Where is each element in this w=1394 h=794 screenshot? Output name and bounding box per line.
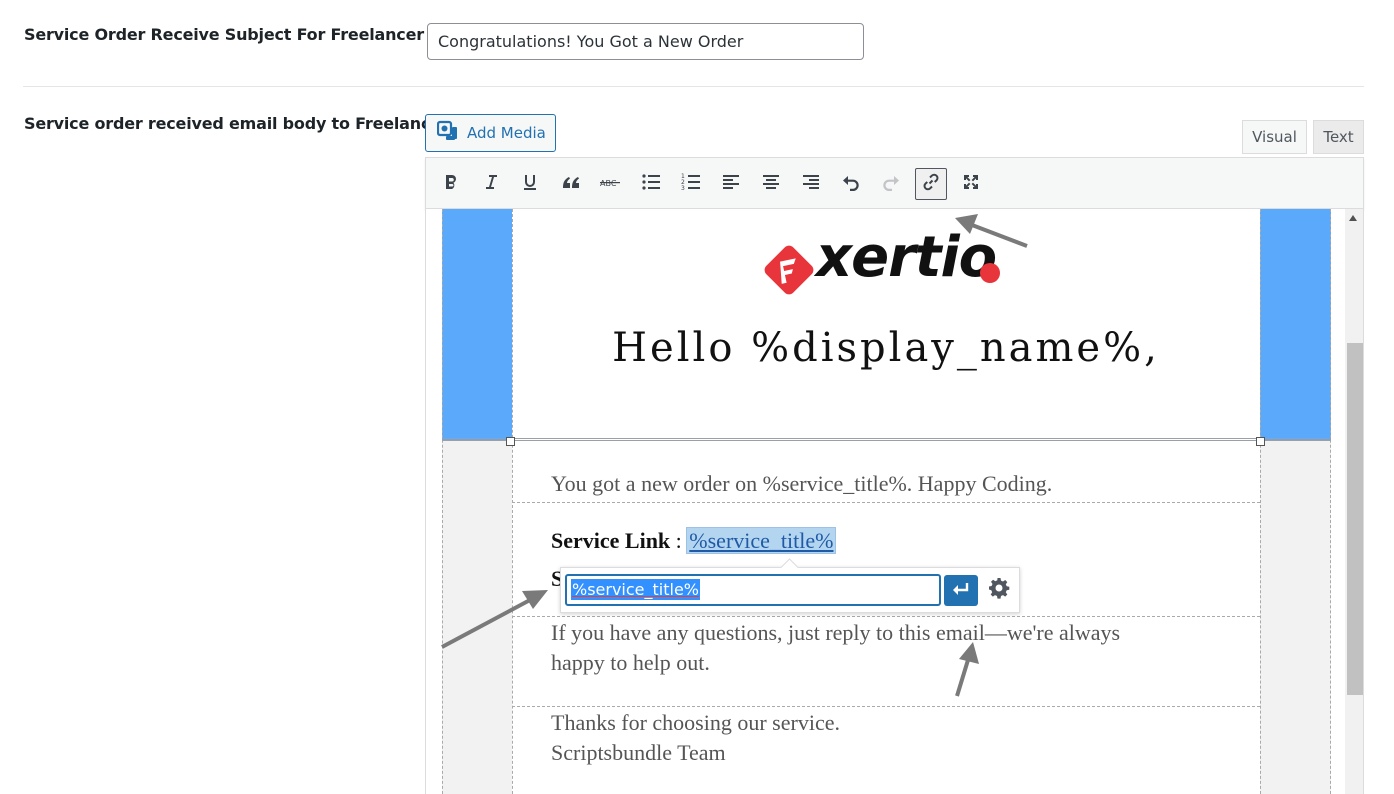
- service-link-line: Service Link : %service_title%: [551, 527, 837, 554]
- table-border: [1330, 209, 1331, 794]
- table-border: [442, 438, 1331, 441]
- email-blue-side-right: [1260, 209, 1331, 440]
- undo-icon: [841, 172, 861, 196]
- bullet-list-button[interactable]: [635, 168, 667, 200]
- align-center-button[interactable]: [755, 168, 787, 200]
- insert-link-button[interactable]: [915, 168, 947, 200]
- fullscreen-button[interactable]: [955, 168, 987, 200]
- table-border: [512, 616, 1260, 617]
- table-border: [512, 502, 1260, 503]
- blockquote-button[interactable]: [555, 168, 587, 200]
- numbered-list-button[interactable]: 123: [675, 168, 707, 200]
- add-media-label: Add Media: [467, 124, 546, 142]
- subject-input[interactable]: [427, 23, 864, 60]
- gear-icon: [988, 577, 1010, 603]
- tab-text[interactable]: Text: [1313, 120, 1364, 154]
- team-line: Scriptsbundle Team: [551, 740, 726, 765]
- strikethrough-icon: ABC: [600, 172, 620, 196]
- redo-button[interactable]: [875, 168, 907, 200]
- email-intro: You got a new order on %service_title%. …: [551, 471, 1053, 496]
- questions-line-1: If you have any questions, just reply to…: [551, 620, 1121, 645]
- link-popup: %service_title%: [560, 558, 1020, 613]
- email-greeting: Hello %display_name%,: [612, 325, 1160, 371]
- email-blue-side-left: [442, 209, 512, 440]
- row-divider: [23, 86, 1364, 87]
- strikethrough-button[interactable]: ABC: [594, 168, 626, 200]
- service-link-label: Service Link: [551, 528, 671, 553]
- table-border: [512, 706, 1260, 707]
- apply-link-button[interactable]: [944, 575, 978, 606]
- xertio-logo: xertio: [760, 225, 1020, 299]
- editor-toolbar: ABC 123: [425, 157, 1364, 209]
- logo-text: xertio: [816, 225, 997, 290]
- subject-label: Service Order Receive Subject For Freela…: [24, 25, 424, 44]
- bold-icon: [441, 172, 461, 196]
- service-link-separator: :: [670, 528, 688, 553]
- add-media-button[interactable]: Add Media: [425, 114, 556, 152]
- link-url-value: %service_title%: [571, 579, 700, 600]
- email-signoff: Thanks for choosing our service. Scripts…: [551, 708, 840, 768]
- email-questions: If you have any questions, just reply to…: [551, 618, 1120, 678]
- link-options-button[interactable]: [985, 576, 1013, 604]
- service-link-anchor[interactable]: %service_title%: [686, 527, 837, 554]
- resize-handle[interactable]: [506, 437, 515, 446]
- numbered-list-icon: 123: [681, 172, 701, 196]
- logo-dot: [980, 263, 1000, 283]
- media-icon: [436, 120, 459, 146]
- enter-icon: [951, 581, 971, 601]
- blockquote-icon: [561, 172, 581, 196]
- svg-text:3: 3: [681, 185, 685, 192]
- underline-icon: [520, 172, 540, 196]
- undo-button[interactable]: [835, 168, 867, 200]
- editor-content[interactable]: xertio Hello %display_name%, You got a n…: [425, 209, 1364, 794]
- questions-line-2: happy to help out.: [551, 650, 710, 675]
- align-right-button[interactable]: [795, 168, 827, 200]
- body-label: Service order received email body to Fre…: [24, 114, 449, 133]
- resize-handle[interactable]: [1256, 437, 1265, 446]
- italic-icon: [481, 172, 501, 196]
- svg-text:ABC: ABC: [600, 179, 617, 188]
- thanks-line: Thanks for choosing our service.: [551, 710, 840, 735]
- table-border: [1260, 209, 1261, 794]
- link-icon: [921, 172, 941, 196]
- scroll-thumb[interactable]: [1347, 343, 1363, 695]
- bullet-list-icon: [641, 172, 661, 196]
- editor-scrollbar[interactable]: [1345, 209, 1363, 794]
- align-left-icon: [721, 172, 741, 196]
- table-border: [442, 209, 443, 794]
- logo-mark-icon: [764, 245, 814, 295]
- italic-button[interactable]: [475, 168, 507, 200]
- scroll-up-icon[interactable]: [1349, 215, 1357, 221]
- align-right-icon: [801, 172, 821, 196]
- underline-button[interactable]: [514, 168, 546, 200]
- align-left-button[interactable]: [715, 168, 747, 200]
- align-center-icon: [761, 172, 781, 196]
- tab-visual[interactable]: Visual: [1242, 120, 1307, 154]
- bold-button[interactable]: [435, 168, 467, 200]
- link-url-input[interactable]: %service_title%: [565, 574, 941, 606]
- redo-icon: [881, 172, 901, 196]
- fullscreen-icon: [961, 172, 981, 196]
